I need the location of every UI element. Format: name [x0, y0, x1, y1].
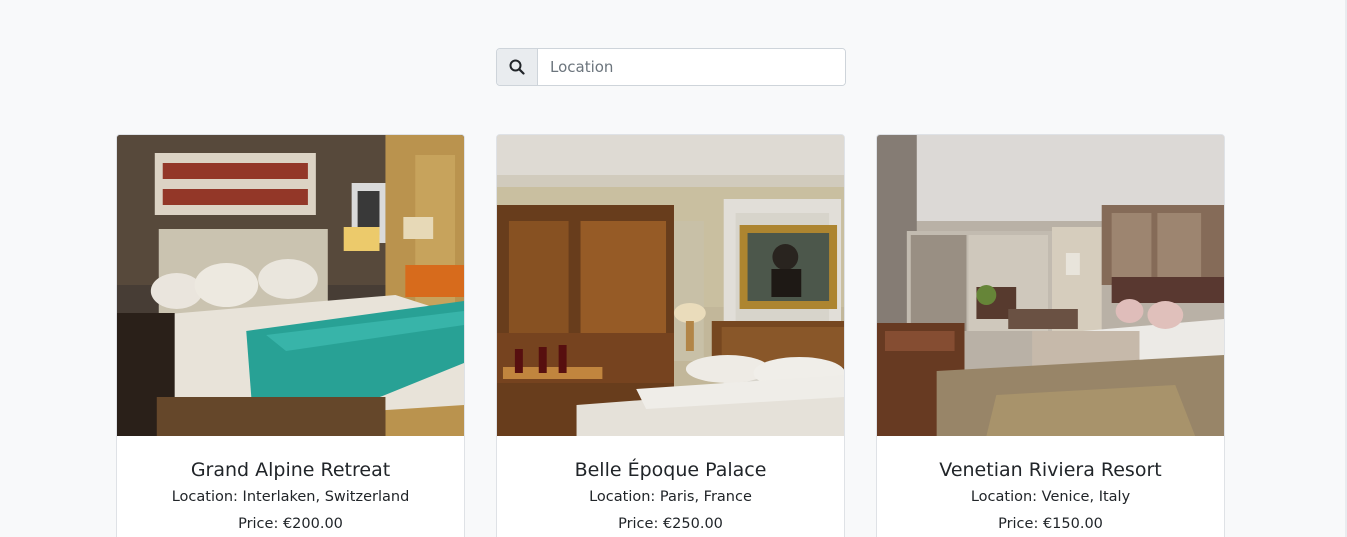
- hotel-image: [117, 135, 464, 436]
- search-addon[interactable]: [497, 49, 538, 85]
- hotel-name[interactable]: Grand Alpine Retreat: [117, 458, 464, 482]
- hotel-price: Price: €200.00: [238, 516, 343, 532]
- hotel-card[interactable]: Venetian Riviera Resort Location: Venice…: [876, 134, 1225, 537]
- hotel-card[interactable]: Belle Époque Palace Location: Paris, Fra…: [496, 134, 845, 537]
- search-bar: [496, 48, 846, 86]
- page: Grand Alpine Retreat Location: Interlake…: [0, 0, 1347, 537]
- hotel-location: Location: Interlaken, Switzerland: [171, 489, 410, 505]
- hotel-image: [497, 135, 844, 436]
- card-body: Venetian Riviera Resort Location: Venice…: [877, 436, 1224, 537]
- card-body: Grand Alpine Retreat Location: Interlake…: [117, 436, 464, 537]
- hotel-location: Location: Paris, France: [589, 489, 752, 505]
- hotel-price: Price: €150.00: [998, 516, 1103, 532]
- search-icon: [509, 59, 525, 75]
- hotel-image: [877, 135, 1224, 436]
- hotel-name[interactable]: Belle Époque Palace: [497, 458, 844, 482]
- hotel-location: Location: Venice, Italy: [970, 489, 1131, 505]
- hotel-card[interactable]: Grand Alpine Retreat Location: Interlake…: [116, 134, 465, 537]
- card-body: Belle Époque Palace Location: Paris, Fra…: [497, 436, 844, 537]
- location-search-input[interactable]: [538, 49, 845, 85]
- hotel-price: Price: €250.00: [618, 516, 723, 532]
- hotel-name[interactable]: Venetian Riviera Resort: [877, 458, 1224, 482]
